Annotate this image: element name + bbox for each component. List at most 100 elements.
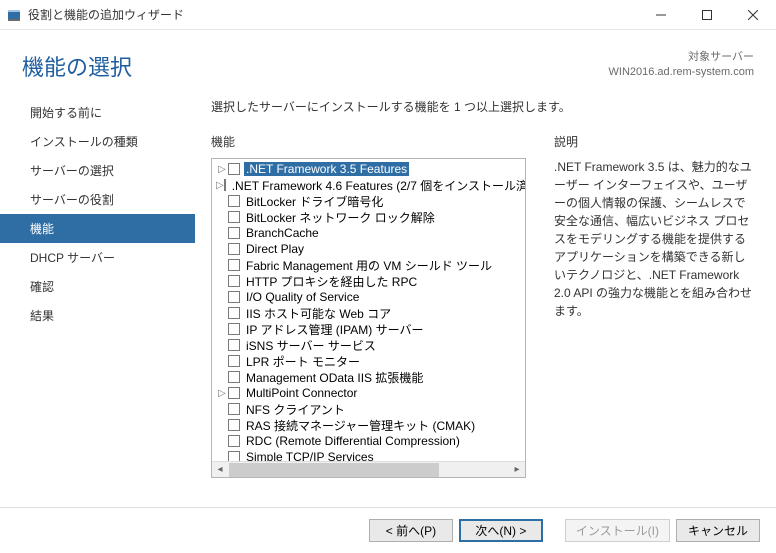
close-button[interactable]	[730, 0, 776, 30]
description-label: 説明	[554, 133, 754, 150]
feature-row[interactable]: LPR ポート モニター	[212, 353, 525, 369]
feature-row[interactable]: ▷ .NET Framework 4.6 Features (2/7 個をインスト…	[212, 177, 525, 193]
destination-info: 対象サーバー WIN2016.ad.rem-system.com	[609, 44, 754, 81]
feature-checkbox[interactable]	[228, 275, 240, 287]
feature-checkbox[interactable]	[224, 179, 226, 191]
feature-label[interactable]: NFS クライアント	[244, 401, 347, 418]
cancel-button[interactable]: キャンセル	[676, 519, 760, 542]
scroll-thumb[interactable]	[229, 463, 439, 477]
expand-icon[interactable]: ▷	[216, 164, 228, 175]
features-label: 機能	[211, 133, 526, 150]
feature-checkbox[interactable]	[228, 259, 240, 271]
feature-checkbox[interactable]	[228, 195, 240, 207]
nav-item[interactable]: 確認	[0, 272, 195, 301]
feature-label[interactable]: MultiPoint Connector	[244, 386, 359, 400]
features-tree: ▷.NET Framework 3.5 Features▷.NET Framew…	[211, 158, 526, 478]
minimize-button[interactable]	[638, 0, 684, 30]
nav-item[interactable]: インストールの種類	[0, 127, 195, 156]
feature-label[interactable]: IIS ホスト可能な Web コア	[244, 305, 393, 322]
scroll-left-icon[interactable]: ◂	[212, 462, 228, 478]
feature-row[interactable]: Fabric Management 用の VM シールド ツール	[212, 257, 525, 273]
feature-label[interactable]: Simple TCP/IP Services	[244, 450, 376, 461]
feature-row[interactable]: BitLocker ネットワーク ロック解除	[212, 209, 525, 225]
feature-row[interactable]: I/O Quality of Service	[212, 289, 525, 305]
content: 選択したサーバーにインストールする機能を 1 つ以上選択します。 機能 ▷.NE…	[195, 92, 754, 490]
next-button[interactable]: 次へ(N) >	[459, 519, 543, 542]
nav-item[interactable]: DHCP サーバー	[0, 243, 195, 272]
feature-checkbox[interactable]	[228, 323, 240, 335]
body: 開始する前にインストールの種類サーバーの選択サーバーの役割機能DHCP サーバー…	[0, 92, 776, 490]
feature-row[interactable]: HTTP プロキシを経由した RPC	[212, 273, 525, 289]
feature-checkbox[interactable]	[228, 227, 240, 239]
feature-checkbox[interactable]	[228, 243, 240, 255]
feature-row[interactable]: IP アドレス管理 (IPAM) サーバー	[212, 321, 525, 337]
feature-label[interactable]: Fabric Management 用の VM シールド ツール	[244, 257, 494, 274]
feature-checkbox[interactable]	[228, 419, 240, 431]
expand-icon[interactable]: ▷	[216, 180, 224, 191]
feature-row[interactable]: ▷ .NET Framework 3.5 Features	[212, 161, 525, 177]
nav-item[interactable]: 開始する前に	[0, 98, 195, 127]
feature-row[interactable]: iSNS サーバー サービス	[212, 337, 525, 353]
feature-label[interactable]: Direct Play	[244, 242, 306, 256]
page-title: 機能の選択	[22, 44, 132, 82]
expand-icon[interactable]: ▷	[216, 388, 228, 399]
feature-checkbox[interactable]	[228, 403, 240, 415]
wizard-nav: 開始する前にインストールの種類サーバーの選択サーバーの役割機能DHCP サーバー…	[0, 92, 195, 490]
destination-label: 対象サーバー	[609, 50, 754, 65]
title-bar: 役割と機能の追加ウィザード	[0, 0, 776, 30]
feature-label[interactable]: BranchCache	[244, 226, 321, 240]
feature-row[interactable]: IIS ホスト可能な Web コア	[212, 305, 525, 321]
horizontal-scrollbar[interactable]: ◂ ▸	[212, 461, 525, 477]
feature-label[interactable]: .NET Framework 4.6 Features (2/7 個をインストー…	[230, 177, 525, 194]
feature-label[interactable]: HTTP プロキシを経由した RPC	[244, 273, 419, 290]
destination-server: WIN2016.ad.rem-system.com	[609, 65, 754, 80]
nav-item[interactable]: サーバーの選択	[0, 156, 195, 185]
feature-label[interactable]: BitLocker ネットワーク ロック解除	[244, 209, 437, 226]
instruction-text: 選択したサーバーにインストールする機能を 1 つ以上選択します。	[211, 98, 754, 115]
feature-row[interactable]: RDC (Remote Differential Compression)	[212, 433, 525, 449]
feature-label[interactable]: iSNS サーバー サービス	[244, 337, 378, 354]
feature-checkbox[interactable]	[228, 291, 240, 303]
feature-row[interactable]: RAS 接続マネージャー管理キット (CMAK)	[212, 417, 525, 433]
feature-label[interactable]: RDC (Remote Differential Compression)	[244, 434, 462, 448]
feature-row[interactable]: NFS クライアント	[212, 401, 525, 417]
nav-item[interactable]: 結果	[0, 301, 195, 330]
feature-checkbox[interactable]	[228, 339, 240, 351]
feature-row[interactable]: ▷ MultiPoint Connector	[212, 385, 525, 401]
feature-row[interactable]: BranchCache	[212, 225, 525, 241]
nav-item[interactable]: サーバーの役割	[0, 185, 195, 214]
feature-row[interactable]: Management OData IIS 拡張機能	[212, 369, 525, 385]
feature-checkbox[interactable]	[228, 355, 240, 367]
feature-checkbox[interactable]	[228, 211, 240, 223]
header: 機能の選択 対象サーバー WIN2016.ad.rem-system.com	[0, 30, 776, 92]
scroll-right-icon[interactable]: ▸	[509, 462, 525, 478]
feature-checkbox[interactable]	[228, 371, 240, 383]
install-button: インストール(I)	[565, 519, 670, 542]
feature-label[interactable]: LPR ポート モニター	[244, 353, 362, 370]
feature-checkbox[interactable]	[228, 387, 240, 399]
feature-label[interactable]: IP アドレス管理 (IPAM) サーバー	[244, 321, 425, 338]
feature-label[interactable]: .NET Framework 3.5 Features	[244, 162, 409, 176]
feature-checkbox[interactable]	[228, 451, 240, 461]
feature-row[interactable]: Direct Play	[212, 241, 525, 257]
feature-row[interactable]: Simple TCP/IP Services	[212, 449, 525, 461]
feature-label[interactable]: BitLocker ドライブ暗号化	[244, 193, 385, 210]
feature-checkbox[interactable]	[228, 435, 240, 447]
feature-label[interactable]: RAS 接続マネージャー管理キット (CMAK)	[244, 417, 477, 434]
feature-row[interactable]: BitLocker ドライブ暗号化	[212, 193, 525, 209]
footer: < 前へ(P) 次へ(N) > インストール(I) キャンセル	[0, 507, 776, 553]
app-icon	[6, 7, 22, 23]
maximize-button[interactable]	[684, 0, 730, 30]
nav-item[interactable]: 機能	[0, 214, 195, 243]
features-tree-scroll[interactable]: ▷.NET Framework 3.5 Features▷.NET Framew…	[212, 159, 525, 461]
window-title: 役割と機能の追加ウィザード	[28, 6, 638, 23]
feature-label[interactable]: Management OData IIS 拡張機能	[244, 369, 425, 386]
feature-label[interactable]: I/O Quality of Service	[244, 290, 361, 304]
previous-button[interactable]: < 前へ(P)	[369, 519, 453, 542]
content-panes: 機能 ▷.NET Framework 3.5 Features▷.NET Fra…	[211, 133, 754, 490]
feature-checkbox[interactable]	[228, 307, 240, 319]
window-controls	[638, 0, 776, 30]
features-pane: 機能 ▷.NET Framework 3.5 Features▷.NET Fra…	[211, 133, 526, 490]
feature-checkbox[interactable]	[228, 163, 240, 175]
description-text: .NET Framework 3.5 は、魅力的なユーザー インターフェイスや、…	[554, 158, 754, 320]
